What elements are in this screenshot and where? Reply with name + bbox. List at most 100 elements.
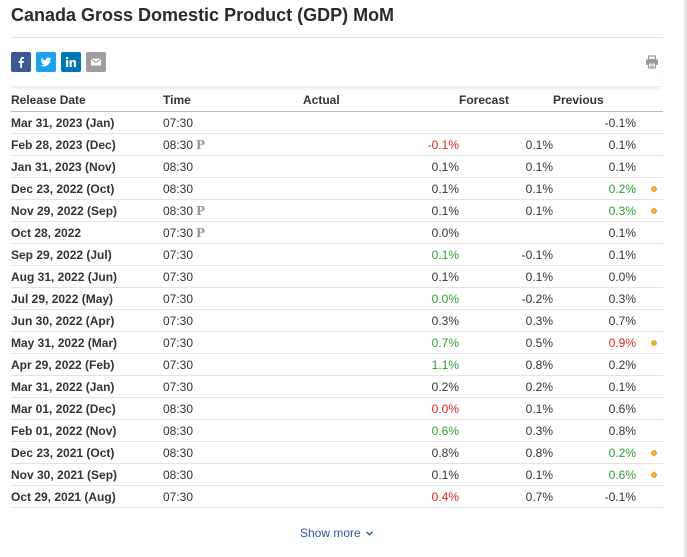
table-row: Oct 29, 2021 (Aug) 07:30 0.4% 0.7% -0.1% — [11, 485, 663, 508]
previous-cell: 0.2% — [553, 353, 636, 376]
release-date-cell: Dec 23, 2022 (Oct) — [11, 177, 163, 200]
time-cell: 08:30 — [163, 155, 303, 178]
revision-marker-cell — [636, 485, 663, 508]
forecast-cell: 0.2% — [459, 375, 553, 398]
time-cell: 08:30 — [163, 463, 303, 486]
forecast-cell — [459, 221, 553, 244]
forecast-cell: 0.1% — [459, 155, 553, 178]
forecast-cell: 0.3% — [459, 309, 553, 332]
table-row: Aug 31, 2022 (Jun) 07:30 0.1% 0.1% 0.0% — [11, 265, 663, 288]
forecast-cell: 0.1% — [459, 397, 553, 420]
email-share-button[interactable] — [86, 52, 106, 72]
actual-cell: 0.1% — [303, 199, 459, 222]
time-value: 07:30 — [163, 379, 194, 394]
release-date-cell: Nov 30, 2021 (Sep) — [11, 463, 163, 486]
print-button[interactable] — [645, 55, 659, 69]
time-value: 08:30 — [163, 423, 194, 438]
time-value: 08:30 — [163, 445, 194, 460]
table-row: Nov 29, 2022 (Sep) 08:30 P 0.1% 0.1% 0.3% — [11, 199, 663, 222]
previous-cell: 0.1% — [553, 221, 636, 244]
time-cell: 07:30 — [163, 485, 303, 508]
preliminary-release-icon[interactable]: P — [196, 138, 205, 152]
facebook-share-button[interactable] — [11, 52, 31, 72]
revision-marker-cell — [636, 309, 663, 332]
time-cell: 08:30 P — [163, 199, 303, 222]
revised-indicator-icon[interactable] — [650, 186, 657, 193]
forecast-cell: 0.1% — [459, 177, 553, 200]
twitter-share-button[interactable] — [36, 52, 56, 72]
time-value: 08:30 — [163, 203, 194, 218]
time-cell: 07:30 P — [163, 221, 303, 244]
revision-marker-cell — [636, 243, 663, 266]
release-date-cell: Feb 01, 2022 (Nov) — [11, 419, 163, 442]
actual-cell: 0.0% — [303, 397, 459, 420]
revision-marker-cell — [636, 331, 663, 354]
revised-indicator-icon[interactable] — [650, 208, 657, 215]
time-value: 07:30 — [163, 335, 194, 350]
previous-cell: 0.3% — [553, 287, 636, 310]
preliminary-release-icon[interactable]: P — [196, 204, 205, 218]
time-cell: 08:30 — [163, 419, 303, 442]
previous-cell: 0.2% — [553, 441, 636, 464]
table-header-row: Release Date Time Actual Forecast Previo… — [11, 89, 663, 112]
preliminary-release-icon[interactable]: P — [196, 226, 205, 240]
time-value: 07:30 — [163, 115, 194, 130]
header-actual[interactable]: Actual — [303, 89, 459, 112]
release-date-cell: Jul 29, 2022 (May) — [11, 287, 163, 310]
title-divider — [11, 37, 663, 38]
revised-indicator-icon[interactable] — [650, 450, 657, 457]
forecast-cell: 0.3% — [459, 419, 553, 442]
header-previous[interactable]: Previous — [553, 89, 636, 112]
time-cell: 07:30 — [163, 375, 303, 398]
previous-cell: 0.1% — [553, 155, 636, 178]
show-more-link[interactable]: Show more — [300, 526, 373, 540]
chevron-down-icon — [366, 531, 373, 537]
previous-cell: 0.0% — [553, 265, 636, 288]
release-date-cell: Aug 31, 2022 (Jun) — [11, 265, 163, 288]
actual-cell: 0.1% — [303, 265, 459, 288]
forecast-cell: 0.1% — [459, 463, 553, 486]
release-date-cell: Oct 29, 2021 (Aug) — [11, 485, 163, 508]
actual-cell: 0.1% — [303, 463, 459, 486]
time-value: 07:30 — [163, 489, 194, 504]
time-cell: 08:30 P — [163, 133, 303, 156]
release-date-cell: May 31, 2022 (Mar) — [11, 331, 163, 354]
actual-cell: 0.3% — [303, 309, 459, 332]
revision-marker-cell — [636, 375, 663, 398]
header-forecast[interactable]: Forecast — [459, 89, 553, 112]
time-value: 07:30 — [163, 291, 194, 306]
revision-marker-cell — [636, 397, 663, 420]
actual-cell: 0.0% — [303, 221, 459, 244]
previous-cell: 0.3% — [553, 199, 636, 222]
table-row: Mar 01, 2022 (Dec) 08:30 0.0% 0.1% 0.6% — [11, 397, 663, 420]
previous-cell: 0.6% — [553, 463, 636, 486]
previous-cell: 0.8% — [553, 419, 636, 442]
previous-cell: 0.1% — [553, 133, 636, 156]
revision-marker-cell — [636, 177, 663, 200]
release-date-cell: Sep 29, 2022 (Jul) — [11, 243, 163, 266]
release-date-cell: Jan 31, 2023 (Nov) — [11, 155, 163, 178]
header-release-date[interactable]: Release Date — [11, 89, 163, 112]
actual-cell: 0.1% — [303, 243, 459, 266]
actual-cell: 0.7% — [303, 331, 459, 354]
table-row: Dec 23, 2022 (Oct) 08:30 0.1% 0.1% 0.2% — [11, 177, 663, 200]
previous-cell: 0.7% — [553, 309, 636, 332]
event-history-table: Release Date Time Actual Forecast Previo… — [11, 89, 663, 508]
previous-cell: -0.1% — [553, 111, 636, 134]
revised-indicator-icon[interactable] — [650, 340, 657, 347]
table-row: Nov 30, 2021 (Sep) 08:30 0.1% 0.1% 0.6% — [11, 463, 663, 486]
time-value: 07:30 — [163, 269, 194, 284]
time-value: 07:30 — [163, 225, 194, 240]
time-cell: 08:30 — [163, 397, 303, 420]
linkedin-share-button[interactable] — [61, 52, 81, 72]
header-time[interactable]: Time — [163, 89, 303, 112]
time-value: 08:30 — [163, 159, 194, 174]
time-value: 08:30 — [163, 181, 194, 196]
previous-cell: 0.1% — [553, 375, 636, 398]
linkedin-icon — [65, 56, 76, 67]
forecast-cell: -0.1% — [459, 243, 553, 266]
time-value: 07:30 — [163, 247, 194, 262]
revision-marker-cell — [636, 265, 663, 288]
actual-cell: 0.1% — [303, 177, 459, 200]
revised-indicator-icon[interactable] — [650, 472, 657, 479]
